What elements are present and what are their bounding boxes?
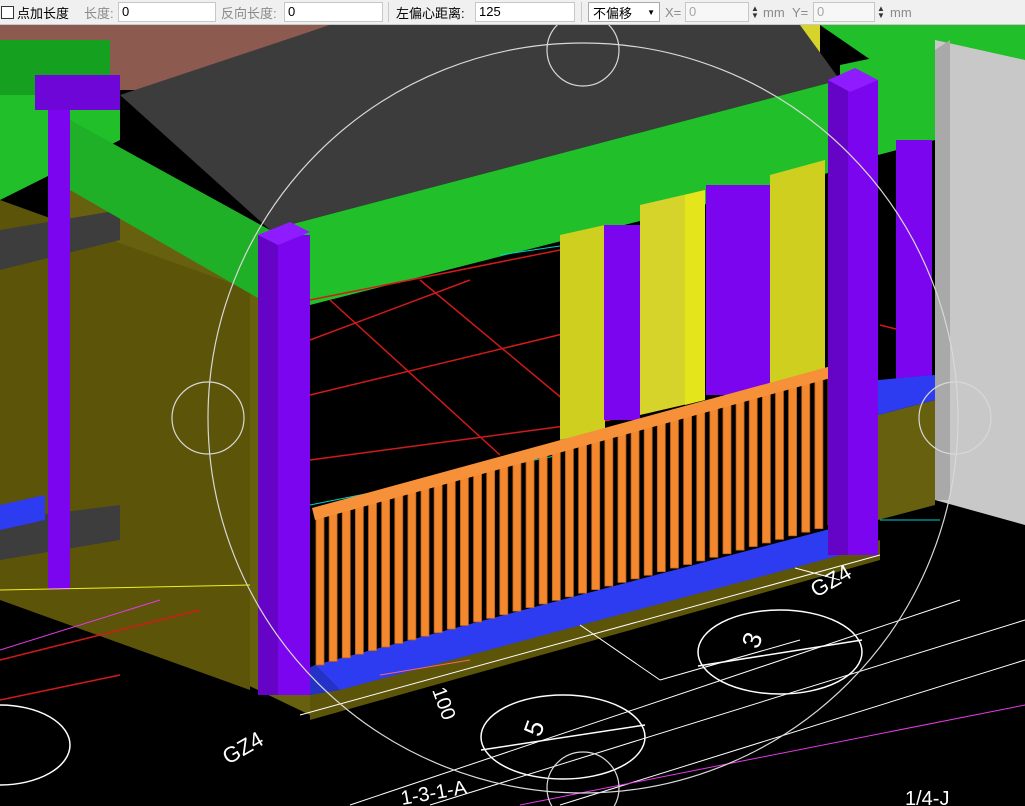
baluster bbox=[643, 421, 653, 576]
x-label: X= bbox=[665, 4, 682, 20]
baluster bbox=[433, 479, 443, 634]
3d-viewport[interactable]: GZ4 GZ4 100 3 5 1-3-1-A 1/4-J bbox=[0, 25, 1025, 806]
reverse-length-input[interactable]: 0 bbox=[284, 2, 383, 22]
back-column-3 bbox=[896, 140, 932, 380]
offset-mode-select[interactable]: 不偏移 ▼ bbox=[588, 2, 660, 22]
add-length-label: 点加长度 bbox=[17, 5, 70, 21]
front-column-left-side bbox=[258, 235, 278, 695]
baluster bbox=[591, 436, 601, 591]
back-yellow-wall bbox=[560, 225, 605, 440]
baluster bbox=[473, 468, 482, 623]
baluster bbox=[315, 511, 325, 666]
baluster bbox=[656, 418, 666, 573]
baluster bbox=[814, 375, 824, 529]
baluster bbox=[341, 504, 351, 659]
length-label: 长度: bbox=[84, 5, 114, 21]
back-column-1 bbox=[604, 225, 640, 420]
baluster bbox=[801, 378, 811, 533]
left-column-cap bbox=[35, 75, 120, 110]
y-label: Y= bbox=[792, 4, 809, 20]
baluster bbox=[486, 464, 496, 619]
add-length-option[interactable]: 点加长度 bbox=[0, 0, 69, 24]
baluster bbox=[368, 497, 377, 652]
toolbar-divider bbox=[388, 2, 389, 22]
baluster bbox=[709, 403, 719, 558]
left-column bbox=[48, 110, 70, 590]
baluster bbox=[617, 429, 627, 583]
x-unit: mm bbox=[763, 4, 785, 20]
add-length-checkbox[interactable] bbox=[1, 5, 14, 19]
baluster bbox=[735, 396, 745, 551]
baluster bbox=[512, 457, 522, 612]
baluster bbox=[578, 439, 587, 594]
baluster bbox=[683, 411, 692, 565]
baluster bbox=[460, 472, 469, 626]
baluster bbox=[604, 432, 614, 587]
y-spinner-icon[interactable]: ▲ ▼ bbox=[877, 5, 885, 20]
baluster bbox=[407, 486, 417, 641]
dropdown-arrow-icon: ▼ bbox=[647, 7, 655, 17]
y-unit: mm bbox=[890, 4, 912, 20]
yellow-wall-bright bbox=[685, 190, 705, 405]
baluster bbox=[670, 414, 679, 569]
x-input[interactable]: 0 bbox=[685, 2, 749, 22]
baluster bbox=[696, 407, 706, 562]
axis-1-4-j-label: 1/4-J bbox=[905, 788, 949, 806]
baluster bbox=[381, 493, 391, 648]
right-lower-wall bbox=[878, 400, 935, 520]
baluster bbox=[525, 454, 535, 608]
baluster bbox=[499, 461, 509, 616]
baluster bbox=[630, 425, 640, 580]
yellow-wall-right bbox=[770, 160, 825, 385]
toolbar-divider bbox=[581, 2, 582, 22]
baluster bbox=[538, 450, 548, 605]
baluster bbox=[394, 490, 404, 644]
baluster bbox=[565, 443, 574, 598]
baluster bbox=[722, 400, 732, 555]
baluster bbox=[775, 385, 784, 540]
baluster bbox=[420, 482, 430, 637]
left-offset-input[interactable]: 125 bbox=[475, 2, 575, 22]
baluster bbox=[788, 382, 798, 537]
back-column-2 bbox=[706, 185, 770, 395]
front-column-right-side bbox=[828, 80, 848, 555]
left-offset-label: 左偏心距离: bbox=[396, 5, 465, 21]
reverse-length-label: 反向长度: bbox=[221, 5, 277, 21]
right-wall-edge bbox=[935, 40, 950, 500]
baluster bbox=[761, 389, 771, 544]
property-toolbar: 点加长度 长度: 0 反向长度: 0 左偏心距离: 125 不偏移 ▼ X= 0… bbox=[0, 0, 1025, 25]
length-input[interactable]: 0 bbox=[118, 2, 216, 22]
baluster bbox=[551, 446, 561, 601]
y-input[interactable]: 0 bbox=[813, 2, 875, 22]
x-spinner-icon[interactable]: ▲ ▼ bbox=[751, 5, 759, 20]
offset-mode-value: 不偏移 bbox=[593, 5, 633, 21]
baluster bbox=[328, 508, 338, 662]
baluster bbox=[354, 500, 364, 655]
baluster bbox=[748, 393, 758, 547]
baluster bbox=[446, 475, 456, 630]
